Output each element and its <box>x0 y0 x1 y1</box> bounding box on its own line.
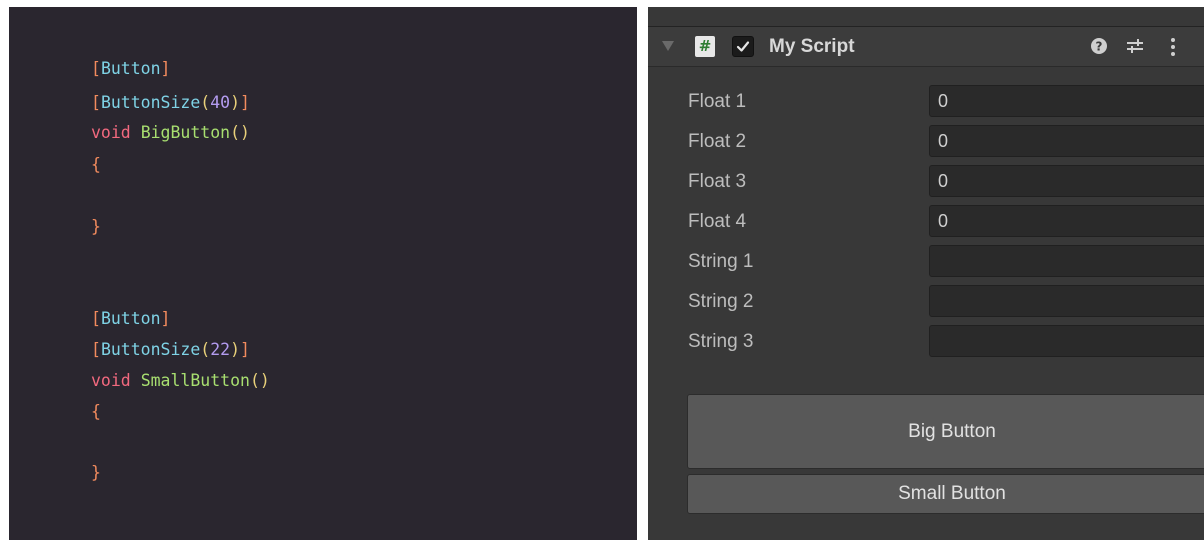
property-label-string-3: String 3 <box>688 331 754 352</box>
float-4-field[interactable]: 0 <box>929 205 1204 237</box>
string-3-field[interactable] <box>929 325 1204 357</box>
big-button[interactable]: Big Button <box>687 394 1204 469</box>
enabled-checkbox[interactable] <box>732 36 754 57</box>
component-title: My Script <box>769 36 855 57</box>
component-header[interactable]: # My Script ? <box>648 27 1204 67</box>
property-label-float-2: Float 2 <box>688 131 747 152</box>
property-label-float-3: Float 3 <box>688 171 747 192</box>
inspector-panel: # My Script ? Float 1 0 Float 2 0 Float … <box>648 7 1204 540</box>
property-label-string-1: String 1 <box>688 251 754 272</box>
inspector-top-strip <box>648 7 1204 27</box>
script-icon: # <box>695 36 715 57</box>
string-2-field[interactable] <box>929 285 1204 317</box>
code-line-close-brace-1: } <box>91 217 101 236</box>
code-line-button-attr-1: [Button] <box>91 59 171 78</box>
checkmark-icon <box>736 41 750 52</box>
code-line-buttonsize-attr-2: [ButtonSize(22)] <box>91 340 250 359</box>
svg-text:?: ? <box>1096 40 1103 54</box>
property-label-float-1: Float 1 <box>688 91 747 112</box>
code-editor-panel: [Button] [ButtonSize(40)] void BigButton… <box>9 7 637 540</box>
code-line-button-attr-2: [Button] <box>91 309 171 328</box>
code-line-method-small: void SmallButton() <box>91 371 270 390</box>
string-1-field[interactable] <box>929 245 1204 277</box>
code-line-open-brace-2: { <box>91 402 101 421</box>
float-2-field[interactable]: 0 <box>929 125 1204 157</box>
property-label-float-4: Float 4 <box>688 211 747 232</box>
foldout-arrow-icon[interactable] <box>662 41 674 51</box>
preset-icon[interactable] <box>1125 37 1145 55</box>
small-button[interactable]: Small Button <box>687 474 1204 514</box>
code-line-open-brace-1: { <box>91 155 101 174</box>
help-icon[interactable]: ? <box>1090 37 1108 55</box>
float-3-field[interactable]: 0 <box>929 165 1204 197</box>
property-label-string-2: String 2 <box>688 291 754 312</box>
code-line-method-big: void BigButton() <box>91 123 250 142</box>
more-menu-icon[interactable] <box>1169 37 1177 57</box>
float-1-field[interactable]: 0 <box>929 85 1204 117</box>
code-line-close-brace-2: } <box>91 463 101 482</box>
code-line-buttonsize-attr-1: [ButtonSize(40)] <box>91 93 250 112</box>
